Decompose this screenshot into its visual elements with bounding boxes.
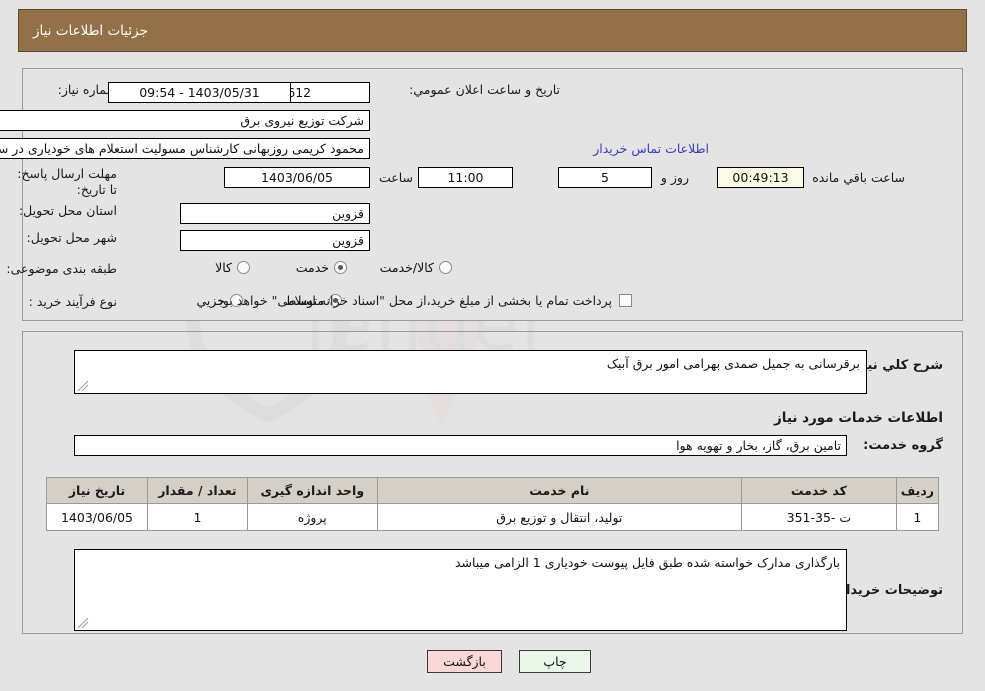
province-value: قزوین xyxy=(180,203,370,224)
buyer-notes-value: بارگذاری مدارک خواسته شده طبق فایل پیوست… xyxy=(455,555,840,570)
buyer-contact-link[interactable]: اطلاعات تماس خریدار xyxy=(593,141,709,156)
buyer-org-value: شرکت توزیع نیروی برق xyxy=(0,110,370,131)
cell-code: ت -35-351 xyxy=(741,503,897,531)
deadline-countdown-value: 00:49:13 xyxy=(717,167,804,188)
category-radio-kala[interactable]: کالا xyxy=(215,260,250,275)
category-radio-khedmat[interactable]: خدمت xyxy=(296,260,347,275)
service-group-label: گروه خدمت: xyxy=(863,438,943,453)
deadline-hour-label: ساعت xyxy=(378,170,413,185)
services-heading: اطلاعات خدمات مورد نیاز xyxy=(773,410,943,426)
radio-kala-icon[interactable] xyxy=(237,261,250,274)
buyer-notes-box[interactable]: بارگذاری مدارک خواسته شده طبق فایل پیوست… xyxy=(74,549,847,631)
deadline-countdown-label: ساعت باقي مانده xyxy=(812,170,905,185)
col-code: کد خدمت xyxy=(741,477,897,504)
cell-radif: 1 xyxy=(895,503,940,531)
deadline-label: مهلت ارسال پاسخ: تا تاریخ: xyxy=(17,166,117,197)
announce-datetime-value: 1403/05/31 - 09:54 xyxy=(108,82,291,103)
deadline-date-value: 1403/06/05 xyxy=(224,167,370,188)
resize-grip-icon[interactable] xyxy=(77,380,89,392)
radio-khedmat-icon[interactable] xyxy=(334,261,347,274)
treasury-checkbox-group[interactable]: پرداخت تمام یا بخشی از مبلغ خرید،از محل … xyxy=(213,293,632,308)
category-option-label-2: کالا/خدمت xyxy=(379,260,434,275)
city-value: قزوین xyxy=(180,230,370,251)
col-date: تاریخ نیاز xyxy=(46,477,148,504)
need-description-value: برقرسانی به جمیل صمدی بهرامی امور برق آب… xyxy=(606,356,860,371)
radio-kala-khedmat-icon[interactable] xyxy=(439,261,452,274)
page-title: جزئیات اطلاعات نیاز xyxy=(33,22,148,39)
category-radio-kala-khedmat[interactable]: کالا/خدمت xyxy=(380,260,452,275)
col-qty: تعداد / مقدار xyxy=(146,477,248,504)
print-button[interactable]: چاپ xyxy=(519,650,591,673)
treasury-text: پرداخت تمام یا بخشی از مبلغ خرید،از محل … xyxy=(213,293,612,308)
cell-date: 1403/06/05 xyxy=(46,503,148,531)
treasury-checkbox-icon[interactable] xyxy=(619,294,632,307)
resize-grip-icon-notes[interactable] xyxy=(77,617,89,629)
col-radif: ردیف xyxy=(895,477,940,504)
table-row: 1 ت -35-351 تولید، انتقال و توزیع برق پر… xyxy=(46,503,940,531)
deadline-days-label: روز و xyxy=(660,170,689,185)
col-unit: واحد اندازه گیری xyxy=(246,477,378,504)
deadline-days-value: 5 xyxy=(558,167,652,188)
need-summary-panel xyxy=(22,68,963,321)
city-label: شهر محل تحویل: xyxy=(26,230,117,245)
cell-name: تولید، انتقال و توزیع برق xyxy=(376,503,743,531)
creator-value: محمود کریمی روزبهانی کارشناس مسولیت استع… xyxy=(0,138,370,159)
need-description-box[interactable]: برقرسانی به جمیل صمدی بهرامی امور برق آب… xyxy=(74,350,867,394)
table-header-row: ردیف کد خدمت نام خدمت واحد اندازه گیری ت… xyxy=(46,477,940,504)
deadline-time-value: 11:00 xyxy=(418,167,513,188)
page-root: Tender . جزئیات اطلاعات نیاز شماره نیاز:… xyxy=(0,0,985,691)
category-label: طبقه بندی موضوعی: xyxy=(6,261,117,276)
province-label: استان محل تحویل: xyxy=(18,203,117,218)
services-table: ردیف کد خدمت نام خدمت واحد اندازه گیری ت… xyxy=(46,477,940,531)
col-name: نام خدمت xyxy=(376,477,743,504)
announce-datetime-label: تاریخ و ساعت اعلان عمومي: xyxy=(409,82,560,97)
service-group-value: تامین برق، گاز، بخار و تهویه هوا xyxy=(74,435,847,456)
buyer-notes-label: توضیحات خریدار: xyxy=(833,583,943,598)
cell-unit: پروژه xyxy=(246,503,378,531)
category-option-label-0: کالا xyxy=(215,260,232,275)
back-button[interactable]: بازگشت xyxy=(427,650,502,673)
category-option-label-1: خدمت xyxy=(295,260,329,275)
page-header-bar: جزئیات اطلاعات نیاز xyxy=(18,9,967,52)
cell-qty: 1 xyxy=(146,503,248,531)
process-label: نوع فرآیند خرید : xyxy=(28,294,117,309)
